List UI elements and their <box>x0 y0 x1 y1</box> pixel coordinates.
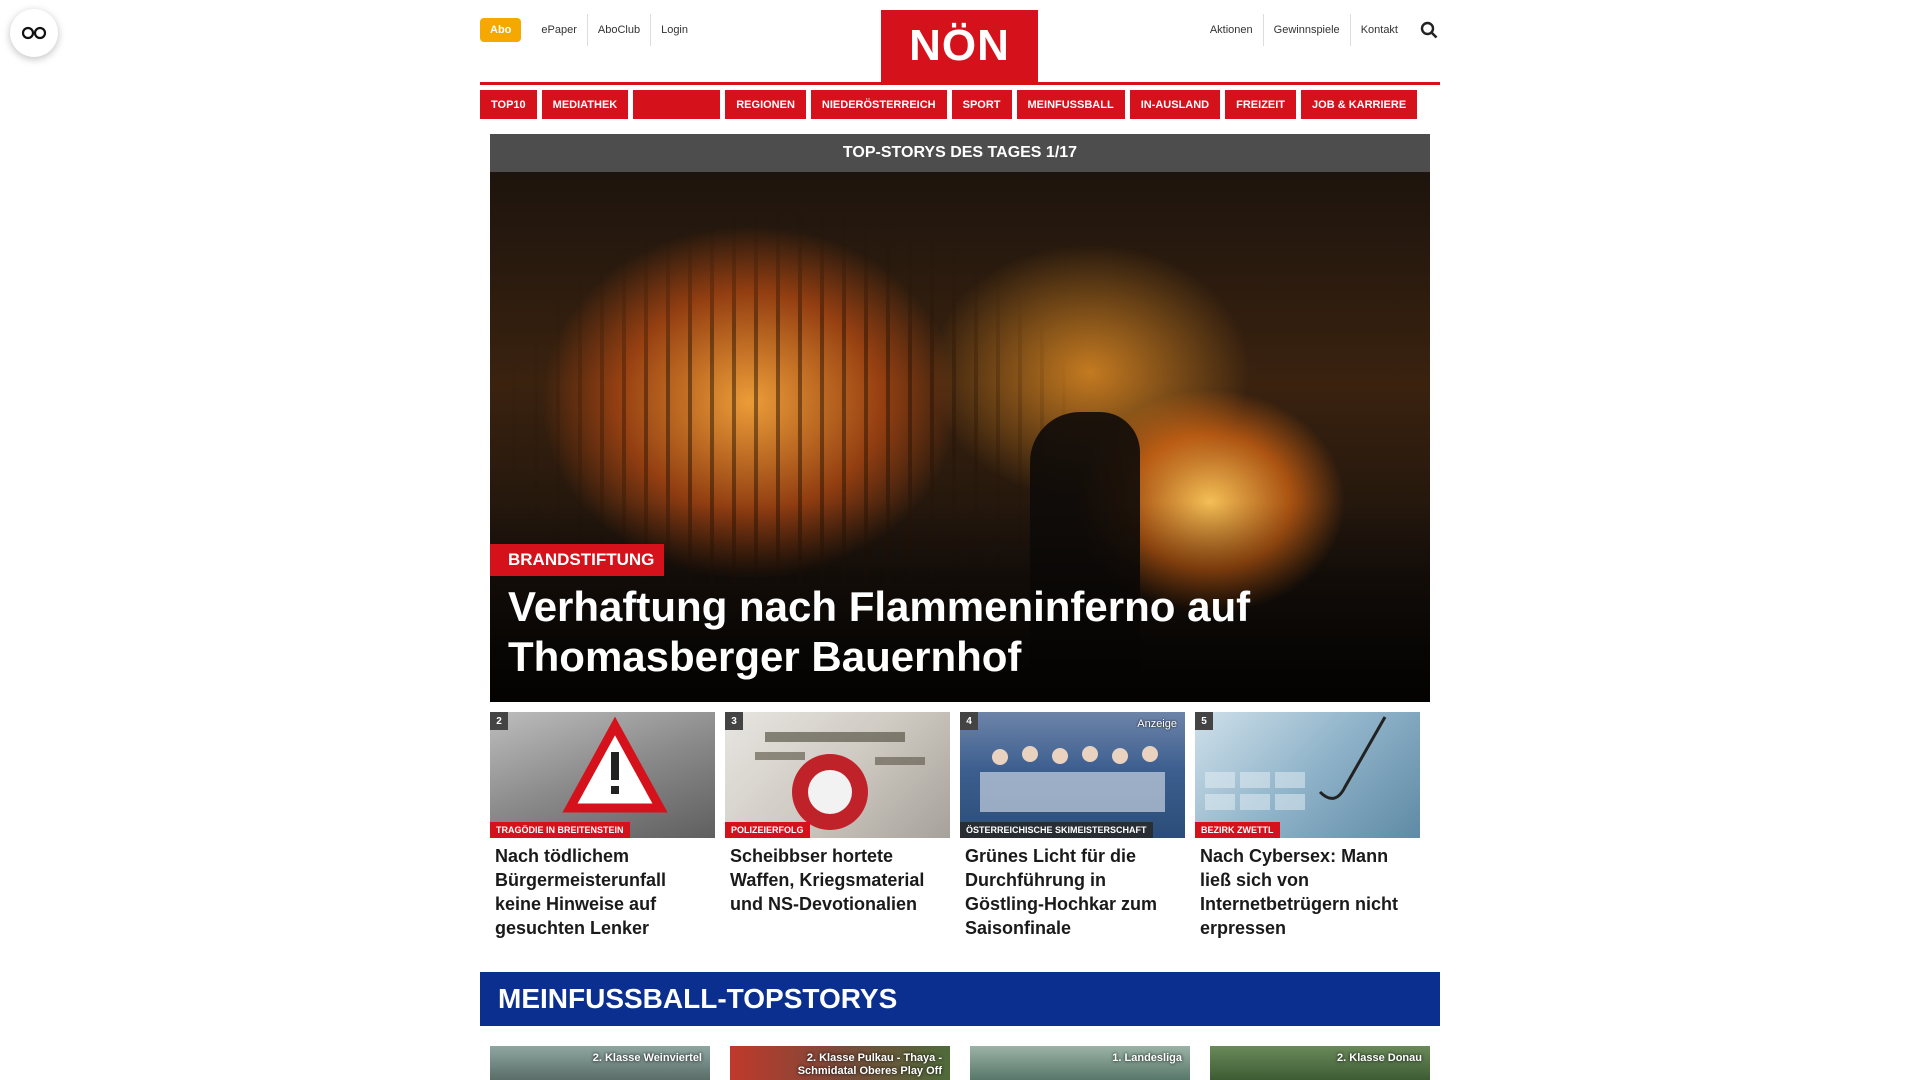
nav-sport[interactable]: SPORT <box>951 90 1012 119</box>
story-number: 2 <box>490 712 508 730</box>
site-logo[interactable]: NÖN <box>881 10 1038 82</box>
gewinnspiele-link[interactable]: Gewinnspiele <box>1264 14 1351 46</box>
nav-job-karriere[interactable]: JOB & KARRIERE <box>1301 90 1418 119</box>
nav-meinfussball[interactable]: MEINFUSSBALL <box>1016 90 1125 119</box>
teaser-label: 2. Klasse Donau <box>1337 1052 1422 1064</box>
teaser-card[interactable]: 2. Klasse Pulkau - Thaya - Schmidatal Ob… <box>730 1046 950 1080</box>
teaser-label: 1. Landesliga <box>1112 1052 1182 1064</box>
top-story-hero[interactable]: TOP-STORYS DES TAGES 1/17 BRANDSTIFTUNG … <box>490 134 1430 702</box>
glasses-icon <box>21 26 47 40</box>
search-icon <box>1420 21 1438 39</box>
story-image[interactable]: 2 TRAGÖDIE IN BREITENSTEIN <box>490 712 715 838</box>
story-tag: BEZIRK ZWETTL <box>1195 822 1280 838</box>
top-stories-header: TOP-STORYS DES TAGES 1/17 <box>490 134 1430 172</box>
teaser-card[interactable]: 2. Klasse Weinviertel <box>490 1046 710 1080</box>
story-title[interactable]: Nach tödlichem Bürgermeisterunfall keine… <box>495 844 710 940</box>
nav-regionen[interactable]: REGIONEN <box>725 90 806 119</box>
nav-niederoesterreich[interactable]: NIEDERÖSTERREICH <box>810 90 947 119</box>
aktionen-link[interactable]: Aktionen <box>1200 14 1264 46</box>
top-bar: Abo ePaper AboClub Login NÖN Aktionen Ge… <box>480 0 1440 85</box>
reader-mode-button[interactable] <box>10 9 58 57</box>
teaser-label: 2. Klasse Pulkau - Thaya - Schmidatal Ob… <box>797 1052 942 1077</box>
story-cards: 2 TRAGÖDIE IN BREITENSTEIN Nach tödliche… <box>490 712 1430 940</box>
story-title[interactable]: Scheibbser hortete Waffen, Kriegsmateria… <box>730 844 945 916</box>
abo-button[interactable]: Abo <box>480 18 522 42</box>
aboclub-link[interactable]: AboClub <box>588 14 652 46</box>
nav-top10[interactable]: TOP10 <box>480 90 537 119</box>
flag-items-icon <box>755 732 925 830</box>
story-image[interactable]: 4 Anzeige ÖSTERREICHISCHE SKIMEISTERSCHA… <box>960 712 1185 838</box>
nav-mediathek[interactable]: MEDIATHEK <box>541 90 629 119</box>
top-left-links: Abo ePaper AboClub Login <box>480 14 698 46</box>
epaper-link[interactable]: ePaper <box>531 14 588 46</box>
story-tag: TRAGÖDIE IN BREITENSTEIN <box>490 822 630 838</box>
story-number: 3 <box>725 712 743 730</box>
teaser-card[interactable]: 2. Klasse Donau <box>1210 1046 1430 1080</box>
story-tag: ÖSTERREICHISCHE SKIMEISTERSCHAFT <box>960 822 1153 838</box>
warning-sign-icon <box>562 716 668 813</box>
story-title[interactable]: Grünes Licht für die Durchführung in Gös… <box>965 844 1180 940</box>
story-number: 5 <box>1195 712 1213 730</box>
football-teasers: 2. Klasse Weinviertel 2. Klasse Pulkau -… <box>490 1046 1430 1080</box>
hero-headline[interactable]: Verhaftung nach Flammeninferno auf Thoma… <box>508 582 1368 682</box>
kontakt-link[interactable]: Kontakt <box>1351 14 1408 46</box>
fishing-hook-keyboard-icon <box>1205 716 1387 810</box>
story-tag: POLIZEIERFOLG <box>725 822 810 838</box>
story-number: 4 <box>960 712 978 730</box>
story-card[interactable]: 2 TRAGÖDIE IN BREITENSTEIN Nach tödliche… <box>490 712 715 940</box>
nav-empty-item[interactable] <box>633 90 721 119</box>
top-right-links: Aktionen Gewinnspiele Kontakt <box>1200 14 1440 46</box>
story-card[interactable]: 4 Anzeige ÖSTERREICHISCHE SKIMEISTERSCHA… <box>960 712 1185 940</box>
teaser-label: 2. Klasse Weinviertel <box>592 1052 702 1064</box>
main-nav: TOP10 MEDIATHEK REGIONEN NIEDERÖSTERREIC… <box>480 90 1440 119</box>
login-link[interactable]: Login <box>651 14 698 46</box>
hero-kicker: BRANDSTIFTUNG <box>490 544 665 576</box>
story-image[interactable]: 5 BEZIRK ZWETTL <box>1195 712 1420 838</box>
teaser-card[interactable]: 1. Landesliga <box>970 1046 1190 1080</box>
page-container: Abo ePaper AboClub Login NÖN Aktionen Ge… <box>480 0 1440 1080</box>
story-card[interactable]: 5 BEZIRK ZWETTL Nach Cybersex: Mann ließ… <box>1195 712 1420 940</box>
group-photo-icon <box>980 746 1165 812</box>
section-header-meinfussball[interactable]: MEINFUSSBALL-TOPSTORYS <box>480 972 1440 1026</box>
hero-image[interactable]: BRANDSTIFTUNG Verhaftung nach Flammeninf… <box>490 172 1430 702</box>
ad-label: Anzeige <box>1137 718 1177 730</box>
search-button[interactable] <box>1418 19 1440 41</box>
nav-in-ausland[interactable]: IN-AUSLAND <box>1129 90 1221 119</box>
story-image[interactable]: 3 POLIZEIERFOLG <box>725 712 950 838</box>
story-card[interactable]: 3 POLIZEIERFOLG Scheibbser hortete Waffe… <box>725 712 950 940</box>
story-title[interactable]: Nach Cybersex: Mann ließ sich von Intern… <box>1200 844 1415 940</box>
nav-freizeit[interactable]: FREIZEIT <box>1225 90 1297 119</box>
